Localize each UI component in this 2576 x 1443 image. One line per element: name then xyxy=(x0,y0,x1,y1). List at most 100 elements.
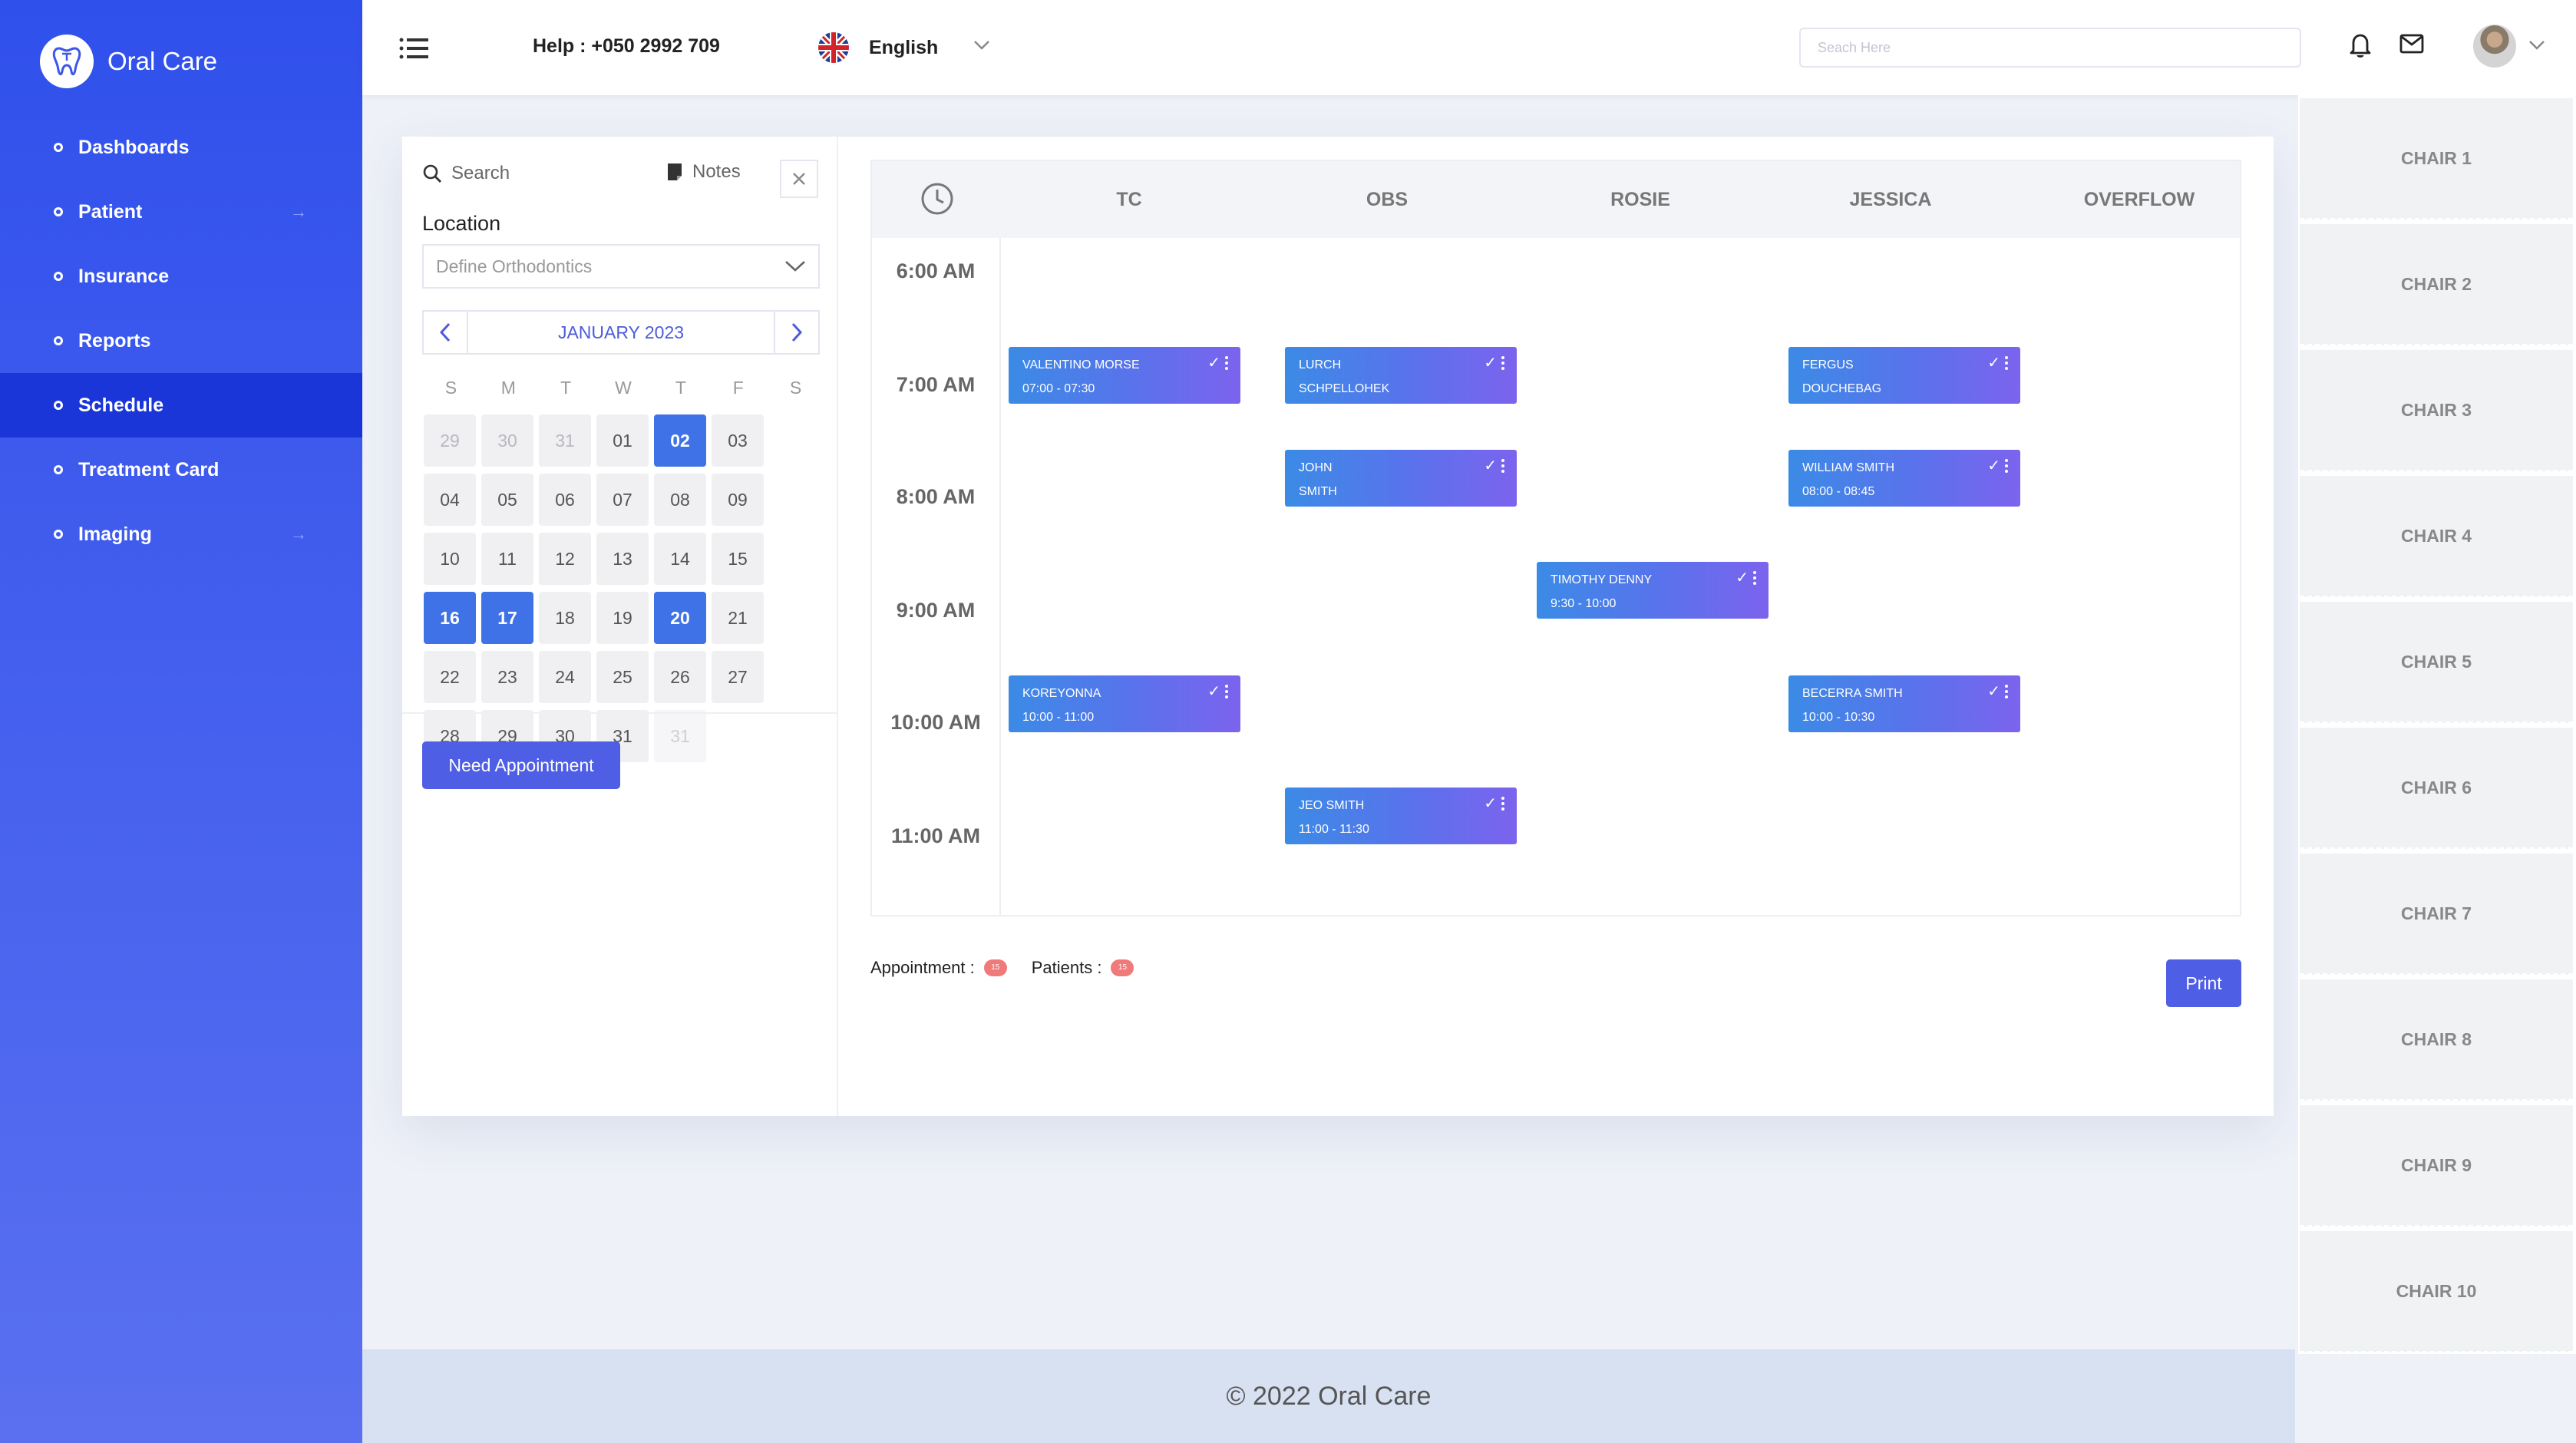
notes-button[interactable]: Notes xyxy=(666,161,741,183)
check-icon[interactable]: ✓ xyxy=(1207,682,1220,701)
calendar-day[interactable]: 26 xyxy=(654,651,706,703)
location-select[interactable]: Define Orthodontics xyxy=(422,244,820,289)
chair-2[interactable]: CHAIR 2 xyxy=(2300,224,2573,345)
sidebar-nav: Dashboards Patient → Insurance Reports Schedu… xyxy=(0,115,362,566)
more-vertical-icon[interactable] xyxy=(1225,355,1228,370)
appointment-card[interactable]: LURCH SCHPELLOHEK ✓ xyxy=(1285,347,1517,404)
calendar-day[interactable]: 16 xyxy=(424,592,476,644)
appointment-card[interactable]: BECERRA SMITH 10:00 - 10:30 ✓ xyxy=(1788,675,2020,732)
calendar-day[interactable]: 27 xyxy=(712,651,764,703)
calendar-day[interactable]: 25 xyxy=(596,651,649,703)
calendar-day[interactable]: 17 xyxy=(481,592,533,644)
check-icon[interactable]: ✓ xyxy=(1484,794,1497,813)
language-selector[interactable]: English xyxy=(869,37,938,59)
chair-3[interactable]: CHAIR 3 xyxy=(2300,350,2573,471)
check-icon[interactable]: ✓ xyxy=(1484,456,1497,475)
sidebar-item-dashboards[interactable]: Dashboards xyxy=(0,115,362,180)
chair-10[interactable]: CHAIR 10 xyxy=(2300,1231,2573,1352)
calendar-day[interactable]: 09 xyxy=(712,474,764,526)
appointment-card[interactable]: FERGUS DOUCHEBAG ✓ xyxy=(1788,347,2020,404)
chevron-down-icon[interactable] xyxy=(973,40,990,54)
calendar-day[interactable]: 31 xyxy=(539,414,591,467)
prev-month-button[interactable] xyxy=(424,312,468,353)
column-header-jessica[interactable]: JESSICA xyxy=(1764,161,2017,238)
calendar-day[interactable]: 04 xyxy=(424,474,476,526)
appointment-card[interactable]: VALENTINO MORSE 07:00 - 07:30 ✓ xyxy=(1009,347,1240,404)
calendar-day[interactable]: 14 xyxy=(654,533,706,585)
chair-4[interactable]: CHAIR 4 xyxy=(2300,476,2573,597)
menu-icon[interactable] xyxy=(399,37,428,60)
chair-9[interactable]: CHAIR 9 xyxy=(2300,1105,2573,1227)
appointment-card[interactable]: JOHN SMITH ✓ xyxy=(1285,450,1517,507)
calendar-day[interactable]: 20 xyxy=(654,592,706,644)
chair-5[interactable]: CHAIR 5 xyxy=(2300,602,2573,723)
column-header-overflow[interactable]: OVERFLOW xyxy=(2013,161,2266,238)
calendar-day[interactable]: 01 xyxy=(596,414,649,467)
panel-search[interactable]: Search xyxy=(422,163,510,184)
check-icon[interactable]: ✓ xyxy=(1484,353,1497,372)
bell-icon[interactable] xyxy=(2349,32,2372,62)
column-header-tc[interactable]: TC xyxy=(1002,161,1256,238)
chair-7[interactable]: CHAIR 7 xyxy=(2300,854,2573,975)
calendar-day[interactable]: 22 xyxy=(424,651,476,703)
appointment-card[interactable]: KOREYONNA 10:00 - 11:00 ✓ xyxy=(1009,675,1240,732)
uk-flag-icon[interactable] xyxy=(818,32,849,63)
check-icon[interactable]: ✓ xyxy=(1987,456,2000,475)
more-vertical-icon[interactable] xyxy=(1501,355,1504,370)
appointment-card[interactable]: TIMOTHY DENNY 9:30 - 10:00 ✓ xyxy=(1537,562,1769,619)
calendar-day[interactable]: 19 xyxy=(596,592,649,644)
print-button[interactable]: Print xyxy=(2166,959,2241,1007)
chevron-down-icon[interactable] xyxy=(2528,40,2545,54)
calendar-day[interactable]: 24 xyxy=(539,651,591,703)
sidebar-item-treatment-card[interactable]: Treatment Card xyxy=(0,438,362,502)
check-icon[interactable]: ✓ xyxy=(1735,568,1749,587)
chair-6[interactable]: CHAIR 6 xyxy=(2300,728,2573,849)
chevron-left-icon xyxy=(439,322,451,342)
calendar-day[interactable]: 03 xyxy=(712,414,764,467)
column-header-rosie[interactable]: ROSIE xyxy=(1514,161,1767,238)
calendar-day[interactable]: 07 xyxy=(596,474,649,526)
next-month-button[interactable] xyxy=(774,312,818,353)
more-vertical-icon[interactable] xyxy=(1225,684,1228,698)
more-vertical-icon[interactable] xyxy=(2005,458,2008,473)
avatar[interactable] xyxy=(2473,25,2516,68)
check-icon[interactable]: ✓ xyxy=(1987,353,2000,372)
check-icon[interactable]: ✓ xyxy=(1207,353,1220,372)
calendar-day[interactable]: 12 xyxy=(539,533,591,585)
close-button[interactable] xyxy=(780,160,818,198)
appointment-card[interactable]: JEO SMITH 11:00 - 11:30 ✓ xyxy=(1285,788,1517,844)
calendar-day[interactable]: 10 xyxy=(424,533,476,585)
chair-1[interactable]: CHAIR 1 xyxy=(2300,98,2573,220)
calendar-day[interactable]: 23 xyxy=(481,651,533,703)
calendar-day[interactable]: 02 xyxy=(654,414,706,467)
sidebar-item-imaging[interactable]: Imaging → xyxy=(0,502,362,566)
column-header-obs[interactable]: OBS xyxy=(1260,161,1514,238)
brand[interactable]: Oral Care xyxy=(40,34,217,89)
sidebar-item-schedule[interactable]: Schedule xyxy=(0,373,362,438)
mail-icon[interactable] xyxy=(2399,34,2424,58)
more-vertical-icon[interactable] xyxy=(2005,684,2008,698)
more-vertical-icon[interactable] xyxy=(1501,796,1504,811)
need-appointment-button[interactable]: Need Appointment xyxy=(422,741,620,789)
more-vertical-icon[interactable] xyxy=(1753,570,1756,585)
calendar-day[interactable]: 13 xyxy=(596,533,649,585)
appointment-card[interactable]: WILLIAM SMITH 08:00 - 08:45 ✓ xyxy=(1788,450,2020,507)
more-vertical-icon[interactable] xyxy=(2005,355,2008,370)
calendar-day[interactable]: 30 xyxy=(481,414,533,467)
calendar-day[interactable]: 05 xyxy=(481,474,533,526)
calendar-day[interactable]: 31 xyxy=(654,710,706,762)
calendar-day[interactable]: 29 xyxy=(424,414,476,467)
calendar-day[interactable]: 18 xyxy=(539,592,591,644)
chair-8[interactable]: CHAIR 8 xyxy=(2300,979,2573,1101)
sidebar-item-insurance[interactable]: Insurance xyxy=(0,244,362,309)
sidebar-item-reports[interactable]: Reports xyxy=(0,309,362,373)
calendar-day[interactable]: 06 xyxy=(539,474,591,526)
calendar-day[interactable]: 08 xyxy=(654,474,706,526)
search-input[interactable] xyxy=(1799,28,2301,68)
calendar-day[interactable]: 11 xyxy=(481,533,533,585)
calendar-day[interactable]: 21 xyxy=(712,592,764,644)
more-vertical-icon[interactable] xyxy=(1501,458,1504,473)
calendar-day[interactable]: 15 xyxy=(712,533,764,585)
sidebar-item-patient[interactable]: Patient → xyxy=(0,180,362,244)
check-icon[interactable]: ✓ xyxy=(1987,682,2000,701)
